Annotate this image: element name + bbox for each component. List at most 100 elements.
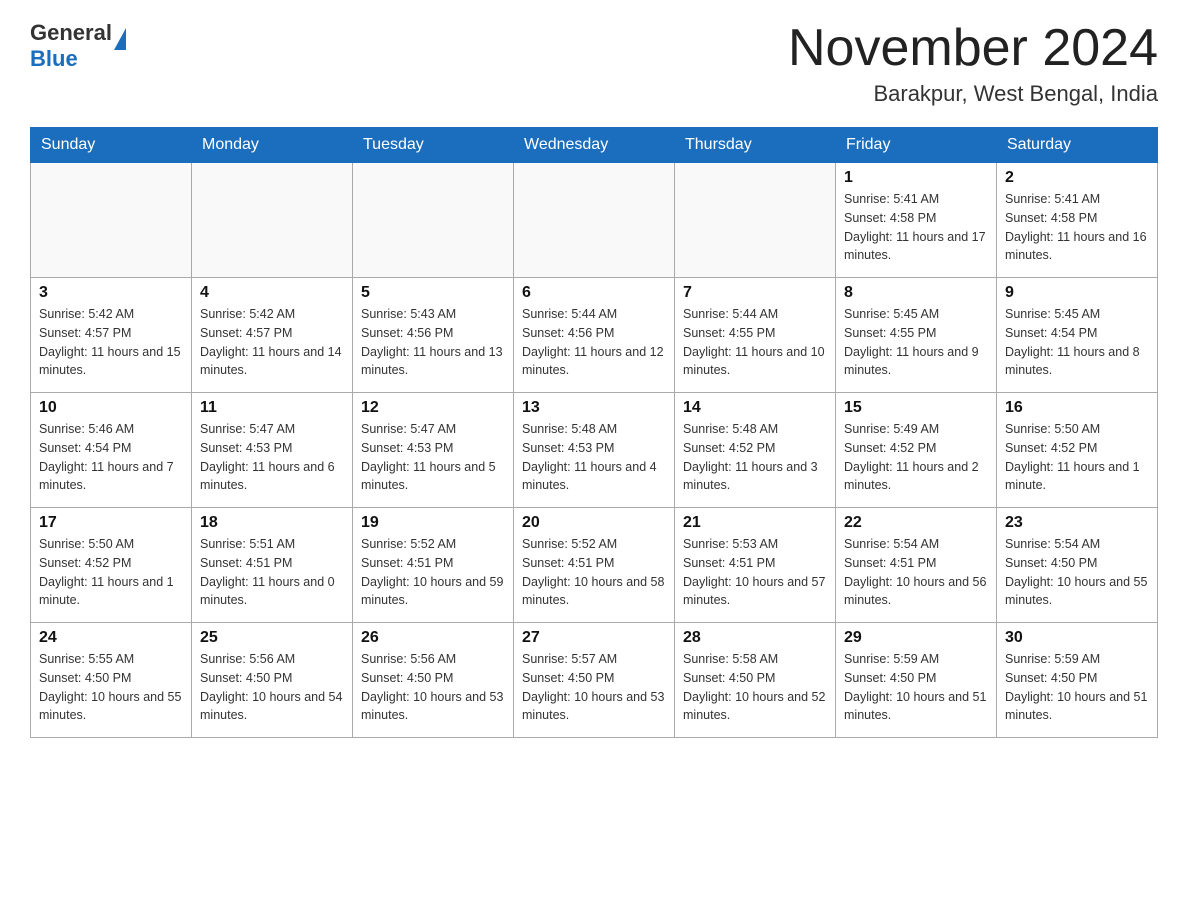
day-number: 14	[683, 399, 827, 417]
calendar-cell: 2 Sunrise: 5:41 AMSunset: 4:58 PMDaylight…	[997, 163, 1158, 278]
calendar-week-5: 24 Sunrise: 5:55 AMSunset: 4:50 PMDayligh…	[31, 623, 1158, 738]
calendar-cell	[31, 163, 192, 278]
logo: General Blue	[30, 20, 126, 72]
day-number: 21	[683, 514, 827, 532]
day-info: Sunrise: 5:54 AMSunset: 4:50 PMDaylight:…	[1005, 535, 1149, 610]
calendar-week-3: 10 Sunrise: 5:46 AMSunset: 4:54 PMDayligh…	[31, 393, 1158, 508]
page-header: General Blue November 2024 Barakpur, Wes…	[30, 20, 1158, 107]
day-info: Sunrise: 5:46 AMSunset: 4:54 PMDaylight:…	[39, 420, 183, 495]
calendar-cell: 26 Sunrise: 5:56 AMSunset: 4:50 PMDayligh…	[353, 623, 514, 738]
day-number: 27	[522, 629, 666, 647]
day-number: 25	[200, 629, 344, 647]
day-info: Sunrise: 5:59 AMSunset: 4:50 PMDaylight:…	[1005, 650, 1149, 725]
day-number: 17	[39, 514, 183, 532]
calendar-cell: 1 Sunrise: 5:41 AMSunset: 4:58 PMDaylight…	[836, 163, 997, 278]
calendar-cell: 27 Sunrise: 5:57 AMSunset: 4:50 PMDayligh…	[514, 623, 675, 738]
day-info: Sunrise: 5:48 AMSunset: 4:52 PMDaylight:…	[683, 420, 827, 495]
month-title: November 2024	[788, 20, 1158, 77]
calendar-cell: 22 Sunrise: 5:54 AMSunset: 4:51 PMDayligh…	[836, 508, 997, 623]
calendar-cell: 21 Sunrise: 5:53 AMSunset: 4:51 PMDayligh…	[675, 508, 836, 623]
calendar-cell: 9 Sunrise: 5:45 AMSunset: 4:54 PMDaylight…	[997, 278, 1158, 393]
calendar-cell: 15Sunrise: 5:49 AMSunset: 4:52 PMDayligh…	[836, 393, 997, 508]
day-info: Sunrise: 5:53 AMSunset: 4:51 PMDaylight:…	[683, 535, 827, 610]
day-number: 28	[683, 629, 827, 647]
calendar-week-4: 17Sunrise: 5:50 AMSunset: 4:52 PMDayligh…	[31, 508, 1158, 623]
day-number: 22	[844, 514, 988, 532]
day-number: 15	[844, 399, 988, 417]
day-info: Sunrise: 5:42 AMSunset: 4:57 PMDaylight:…	[200, 305, 344, 380]
day-number: 23	[1005, 514, 1149, 532]
calendar-cell: 14 Sunrise: 5:48 AMSunset: 4:52 PMDayligh…	[675, 393, 836, 508]
day-number: 19	[361, 514, 505, 532]
calendar-cell: 28 Sunrise: 5:58 AMSunset: 4:50 PMDayligh…	[675, 623, 836, 738]
calendar-cell: 8 Sunrise: 5:45 AMSunset: 4:55 PMDaylight…	[836, 278, 997, 393]
day-number: 7	[683, 284, 827, 302]
day-info: Sunrise: 5:59 AMSunset: 4:50 PMDaylight:…	[844, 650, 988, 725]
day-info: Sunrise: 5:51 AMSunset: 4:51 PMDaylight:…	[200, 535, 344, 610]
location-title: Barakpur, West Bengal, India	[788, 81, 1158, 107]
calendar-cell: 30Sunrise: 5:59 AMSunset: 4:50 PMDayligh…	[997, 623, 1158, 738]
calendar-header-wednesday: Wednesday	[514, 128, 675, 163]
day-number: 12	[361, 399, 505, 417]
day-info: Sunrise: 5:41 AMSunset: 4:58 PMDaylight:…	[1005, 190, 1149, 265]
day-info: Sunrise: 5:58 AMSunset: 4:50 PMDaylight:…	[683, 650, 827, 725]
calendar-cell: 4 Sunrise: 5:42 AMSunset: 4:57 PMDaylight…	[192, 278, 353, 393]
calendar-header-saturday: Saturday	[997, 128, 1158, 163]
day-number: 1	[844, 169, 988, 187]
calendar-cell: 11 Sunrise: 5:47 AMSunset: 4:53 PMDayligh…	[192, 393, 353, 508]
calendar-header-row: SundayMondayTuesdayWednesdayThursdayFrid…	[31, 128, 1158, 163]
day-number: 10	[39, 399, 183, 417]
day-info: Sunrise: 5:52 AMSunset: 4:51 PMDaylight:…	[361, 535, 505, 610]
day-info: Sunrise: 5:43 AMSunset: 4:56 PMDaylight:…	[361, 305, 505, 380]
calendar-cell	[353, 163, 514, 278]
calendar-cell: 5 Sunrise: 5:43 AMSunset: 4:56 PMDaylight…	[353, 278, 514, 393]
day-number: 26	[361, 629, 505, 647]
day-number: 2	[1005, 169, 1149, 187]
day-info: Sunrise: 5:42 AMSunset: 4:57 PMDaylight:…	[39, 305, 183, 380]
calendar-cell: 7 Sunrise: 5:44 AMSunset: 4:55 PMDaylight…	[675, 278, 836, 393]
calendar-cell: 3 Sunrise: 5:42 AMSunset: 4:57 PMDaylight…	[31, 278, 192, 393]
day-number: 18	[200, 514, 344, 532]
day-number: 8	[844, 284, 988, 302]
day-info: Sunrise: 5:57 AMSunset: 4:50 PMDaylight:…	[522, 650, 666, 725]
day-number: 11	[200, 399, 344, 417]
day-info: Sunrise: 5:44 AMSunset: 4:55 PMDaylight:…	[683, 305, 827, 380]
day-number: 4	[200, 284, 344, 302]
day-info: Sunrise: 5:41 AMSunset: 4:58 PMDaylight:…	[844, 190, 988, 265]
day-info: Sunrise: 5:48 AMSunset: 4:53 PMDaylight:…	[522, 420, 666, 495]
calendar-cell: 24 Sunrise: 5:55 AMSunset: 4:50 PMDayligh…	[31, 623, 192, 738]
calendar-cell: 20 Sunrise: 5:52 AMSunset: 4:51 PMDayligh…	[514, 508, 675, 623]
day-number: 5	[361, 284, 505, 302]
day-info: Sunrise: 5:45 AMSunset: 4:55 PMDaylight:…	[844, 305, 988, 380]
calendar-cell: 13Sunrise: 5:48 AMSunset: 4:53 PMDayligh…	[514, 393, 675, 508]
calendar-cell: 29Sunrise: 5:59 AMSunset: 4:50 PMDayligh…	[836, 623, 997, 738]
day-info: Sunrise: 5:45 AMSunset: 4:54 PMDaylight:…	[1005, 305, 1149, 380]
calendar-cell: 17Sunrise: 5:50 AMSunset: 4:52 PMDayligh…	[31, 508, 192, 623]
day-number: 9	[1005, 284, 1149, 302]
day-info: Sunrise: 5:44 AMSunset: 4:56 PMDaylight:…	[522, 305, 666, 380]
calendar-cell: 16Sunrise: 5:50 AMSunset: 4:52 PMDayligh…	[997, 393, 1158, 508]
calendar-header-sunday: Sunday	[31, 128, 192, 163]
day-number: 20	[522, 514, 666, 532]
calendar-header-friday: Friday	[836, 128, 997, 163]
day-info: Sunrise: 5:52 AMSunset: 4:51 PMDaylight:…	[522, 535, 666, 610]
calendar-cell: 6Sunrise: 5:44 AMSunset: 4:56 PMDaylight…	[514, 278, 675, 393]
day-info: Sunrise: 5:56 AMSunset: 4:50 PMDaylight:…	[200, 650, 344, 725]
day-info: Sunrise: 5:47 AMSunset: 4:53 PMDaylight:…	[200, 420, 344, 495]
calendar-table: SundayMondayTuesdayWednesdayThursdayFrid…	[30, 127, 1158, 738]
calendar-cell: 25 Sunrise: 5:56 AMSunset: 4:50 PMDayligh…	[192, 623, 353, 738]
calendar-week-1: 1 Sunrise: 5:41 AMSunset: 4:58 PMDaylight…	[31, 163, 1158, 278]
logo-triangle-icon	[114, 28, 126, 50]
calendar-cell	[514, 163, 675, 278]
calendar-header-thursday: Thursday	[675, 128, 836, 163]
calendar-cell: 18 Sunrise: 5:51 AMSunset: 4:51 PMDayligh…	[192, 508, 353, 623]
calendar-header-monday: Monday	[192, 128, 353, 163]
day-number: 24	[39, 629, 183, 647]
logo-blue-text: Blue	[30, 46, 78, 72]
day-info: Sunrise: 5:55 AMSunset: 4:50 PMDaylight:…	[39, 650, 183, 725]
day-number: 3	[39, 284, 183, 302]
calendar-header-tuesday: Tuesday	[353, 128, 514, 163]
day-info: Sunrise: 5:56 AMSunset: 4:50 PMDaylight:…	[361, 650, 505, 725]
day-info: Sunrise: 5:54 AMSunset: 4:51 PMDaylight:…	[844, 535, 988, 610]
calendar-cell: 12Sunrise: 5:47 AMSunset: 4:53 PMDayligh…	[353, 393, 514, 508]
